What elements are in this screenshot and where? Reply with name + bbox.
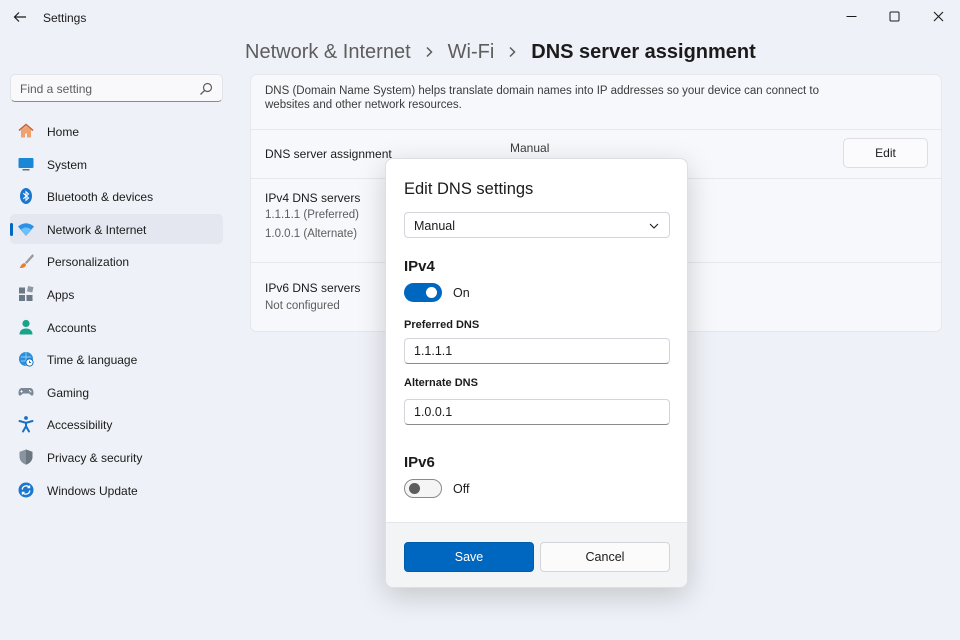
minimize-icon [846,15,856,17]
ipv6-dns-label: IPv6 DNS servers [265,281,361,295]
sidebar-item-label: Accessibility [47,418,113,433]
toggle-knob [426,287,437,298]
ipv6-toggle[interactable] [404,479,442,498]
alternate-dns-input[interactable] [404,399,670,425]
accounts-icon [17,318,35,336]
alternate-dns-label: Alternate DNS [404,377,478,389]
close-icon [933,11,943,21]
back-button[interactable] [10,8,30,26]
sidebar-item-label: System [47,157,88,172]
sidebar-item-network[interactable]: Network & Internet [10,213,223,244]
ipv4-preferred-value: 1.1.1.1 (Preferred) [265,209,359,221]
sidebar-item-time-language[interactable]: Time & language [10,344,223,374]
dns-mode-value: Manual [414,219,455,233]
save-button[interactable]: Save [404,542,534,572]
sidebar-item-windows-update[interactable]: Windows Update [10,475,223,505]
home-icon [17,122,35,140]
sidebar-item-label: Home [47,125,80,139]
preferred-dns-input[interactable] [404,338,670,364]
sidebar-item-label: Time & language [47,353,138,368]
edit-button[interactable]: Edit [843,138,928,168]
sidebar-item-label: Privacy & security [47,450,143,465]
apps-icon [17,285,35,303]
sidebar-item-accessibility[interactable]: Accessibility [10,409,223,439]
ipv6-status-value: Not configured [265,300,340,312]
sidebar-item-label: Apps [47,287,75,302]
title-bar: Settings [0,0,960,34]
ipv6-toggle-label: Off [453,482,470,496]
ipv4-toggle[interactable] [404,283,442,302]
shield-icon [17,448,35,466]
chevron-right-icon [508,46,517,58]
update-icon [17,481,35,499]
sidebar-item-system[interactable]: System [10,149,223,179]
sidebar-item-accounts[interactable]: Accounts [10,312,223,342]
maximize-button[interactable] [881,6,907,26]
search-icon[interactable] [199,82,213,96]
dialog-title: Edit DNS settings [404,180,534,198]
dns-description: DNS (Domain Name System) helps translate… [265,85,819,111]
ipv4-toggle-label: On [453,286,470,300]
sidebar-item-label: Bluetooth & devices [47,190,154,205]
ipv4-alternate-value: 1.0.0.1 (Alternate) [265,228,358,240]
system-monitor-icon [17,155,35,173]
breadcrumb-wifi[interactable]: Wi-Fi [448,41,495,64]
paintbrush-icon [17,252,35,270]
gamepad-icon [17,383,35,401]
maximize-icon [889,11,899,21]
dns-assignment-value: Manual [510,141,550,155]
sidebar-item-label: Personalization [47,255,130,270]
breadcrumb-network-internet[interactable]: Network & Internet [245,41,411,64]
sidebar-item-privacy[interactable]: Privacy & security [10,442,223,472]
globe-clock-icon [17,350,35,368]
chevron-right-icon [425,46,434,58]
dns-assignment-label: DNS server assignment [265,147,392,161]
dialog-footer: Save Cancel [386,522,687,587]
accessibility-icon [17,415,35,433]
sidebar-item-bluetooth[interactable]: Bluetooth & devices [10,181,223,211]
sidebar-item-label: Gaming [47,385,90,400]
ipv4-dns-label: IPv4 DNS servers [265,191,361,205]
close-button[interactable] [925,6,951,26]
bluetooth-icon [17,187,35,205]
wifi-icon [17,220,35,238]
search-box [10,74,223,102]
divider [251,129,941,130]
sidebar-item-label: Accounts [47,320,97,335]
minimize-button[interactable] [838,6,864,26]
ipv4-heading: IPv4 [404,258,435,275]
dns-mode-dropdown[interactable]: Manual [404,212,670,238]
sidebar-item-personalization[interactable]: Personalization [10,246,223,276]
toggle-knob [409,483,420,494]
preferred-dns-label: Preferred DNS [404,319,480,331]
sidebar-item-home[interactable]: Home [10,116,223,146]
sidebar-item-apps[interactable]: Apps [10,279,223,309]
sidebar-item-gaming[interactable]: Gaming [10,377,223,407]
sidebar-item-label: Network & Internet [47,222,147,237]
breadcrumb: Network & Internet Wi-Fi DNS server assi… [245,38,756,66]
sidebar-item-label: Windows Update [47,483,138,498]
edit-dns-dialog: Edit DNS settings Manual IPv4 On Preferr… [385,158,688,588]
app-title: Settings [43,11,87,25]
cancel-button[interactable]: Cancel [540,542,670,572]
sidebar-nav: Home System Bluetooth & devices Network … [10,116,223,507]
search-input[interactable] [20,80,200,97]
chevron-down-icon [649,223,659,229]
page-title: DNS server assignment [531,40,756,63]
back-arrow-icon [13,12,26,22]
ipv6-heading: IPv6 [404,454,435,471]
